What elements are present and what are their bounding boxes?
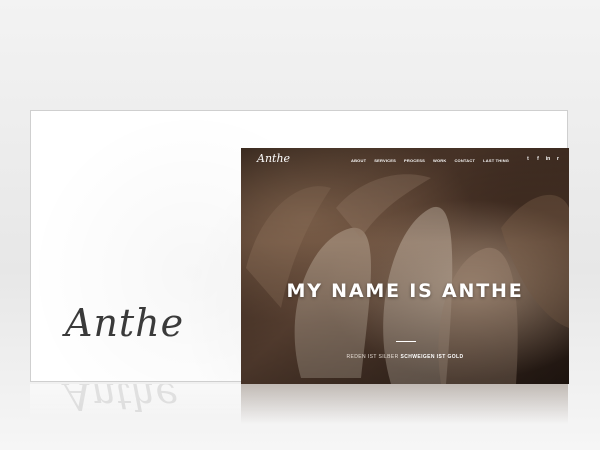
slider-dots (241, 376, 569, 384)
hero-divider (396, 341, 416, 342)
hero-headline: MY NAME IS ANTHE (286, 280, 524, 302)
hero-reflection (241, 384, 568, 424)
hero-screenshot: Anthe ABOUT SERVICES PROCESS WORK CONTAC… (241, 148, 569, 384)
brand-logo-large: Anthe (65, 301, 185, 345)
main-nav: ABOUT SERVICES PROCESS WORK CONTACT LAST… (351, 158, 509, 163)
facebook-icon[interactable]: f (535, 156, 541, 162)
hero-overlay (241, 148, 569, 384)
rss-icon[interactable]: r (555, 156, 561, 162)
nav-item-contact[interactable]: CONTACT (454, 158, 475, 163)
nav-item-process[interactable]: PROCESS (404, 158, 425, 163)
nav-item-about[interactable]: ABOUT (351, 158, 366, 163)
hero-tagline: REDEN IST SILBER SCHWEIGEN IST GOLD (241, 354, 569, 360)
nav-item-services[interactable]: SERVICES (374, 158, 396, 163)
brand-reflection: Anthe (64, 384, 179, 418)
tagline-prefix: REDEN IST SILBER (346, 354, 399, 360)
social-links: t f in r (525, 156, 561, 162)
card-reflection: Anthe (30, 384, 568, 424)
twitter-icon[interactable]: t (525, 156, 531, 162)
nav-item-last-thing[interactable]: LAST THING (483, 158, 509, 163)
nav-item-work[interactable]: WORK (433, 158, 446, 163)
nav-logo[interactable]: Anthe (257, 152, 290, 165)
linkedin-icon[interactable]: in (545, 156, 551, 162)
tagline-bold: SCHWEIGEN IST GOLD (400, 354, 464, 360)
